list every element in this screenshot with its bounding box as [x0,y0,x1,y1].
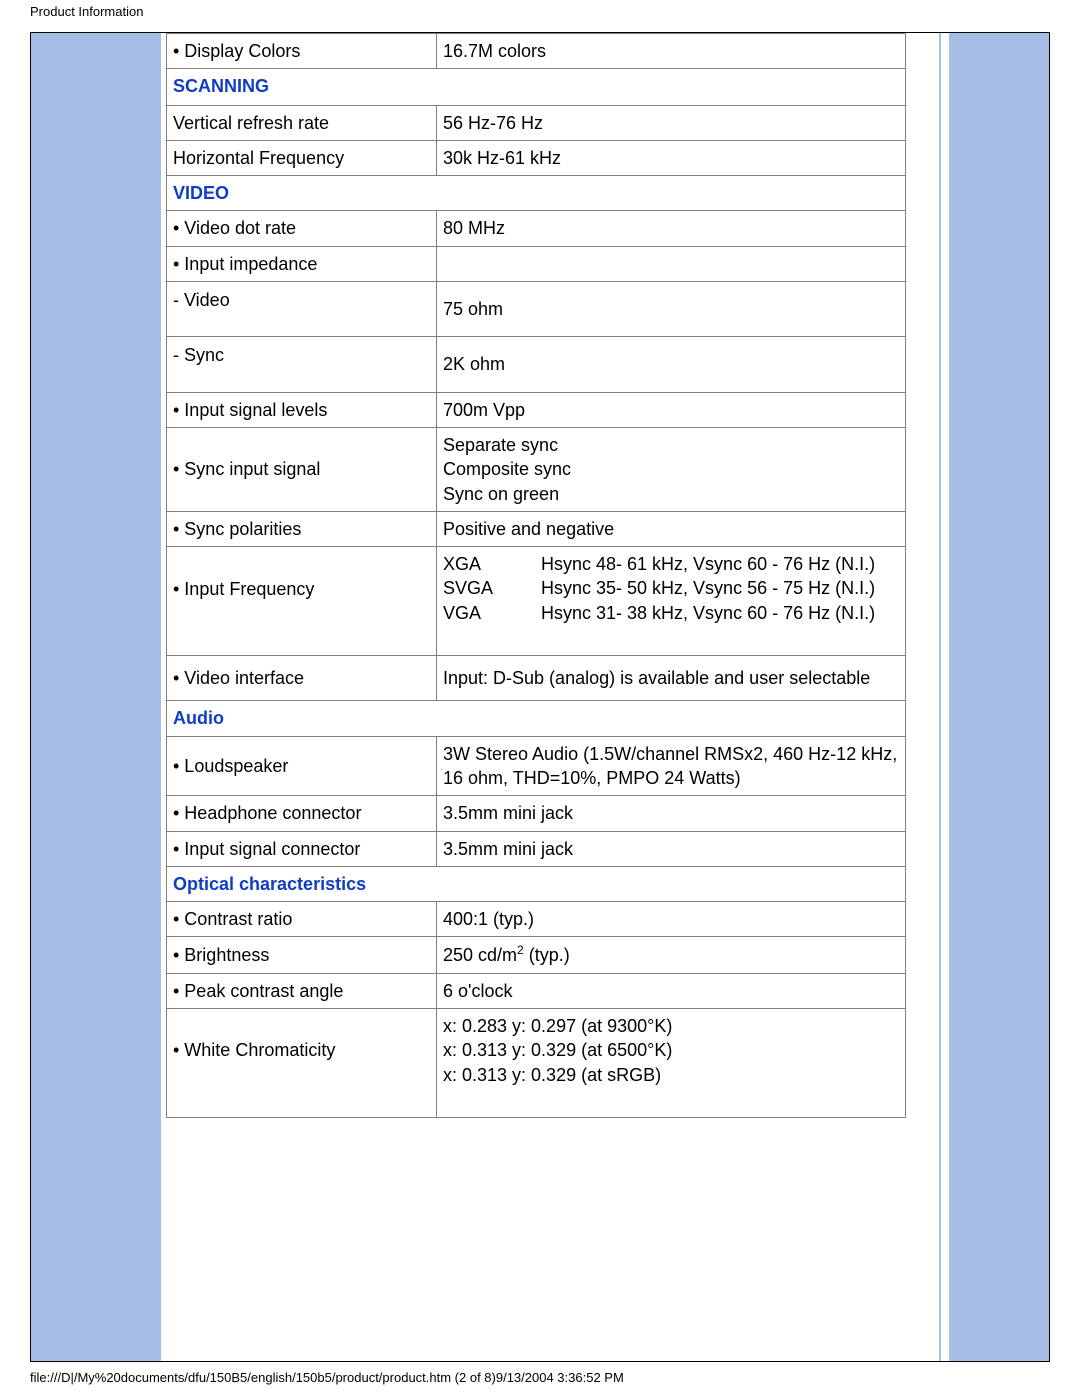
line: x: 0.313 y: 0.329 (at 6500°K) [443,1040,672,1060]
spec-label: • Sync input signal [167,427,437,511]
table-row: • Loudspeaker 3W Stereo Audio (1.5W/chan… [167,736,906,796]
spec-value: Input: D-Sub (analog) is available and u… [437,656,906,701]
freq-desc: Hsync 31- 38 kHz, Vsync 60 - 76 Hz (N.I.… [541,601,875,625]
text: 250 cd/m [443,945,517,965]
spec-value: Positive and negative [437,511,906,546]
spec-label: • Brightness [167,937,437,973]
spec-value: 400:1 (typ.) [437,902,906,937]
spec-value: 3.5mm mini jack [437,831,906,866]
table-row: • Sync input signal Separate sync Compos… [167,427,906,511]
spec-label: • Headphone connector [167,796,437,831]
spec-label: Horizontal Frequency [167,140,437,175]
spec-label: • Sync polarities [167,511,437,546]
table-row: • Contrast ratio 400:1 (typ.) [167,902,906,937]
table-row: • Input signal levels 700m Vpp [167,392,906,427]
table-row: • Input signal connector 3.5mm mini jack [167,831,906,866]
spec-value: 2K ohm [437,337,906,392]
line: Sync on green [443,484,559,504]
spec-table: • Display Colors 16.7M colors SCANNING V… [166,33,906,1118]
line: x: 0.313 y: 0.329 (at sRGB) [443,1065,661,1085]
spec-value: 3W Stereo Audio (1.5W/channel RMSx2, 460… [437,736,906,796]
table-row: • Headphone connector 3.5mm mini jack [167,796,906,831]
table-row: VIDEO [167,176,906,211]
table-row: Audio [167,701,906,736]
gutter [921,33,939,1361]
section-audio: Audio [167,701,906,736]
line: x: 0.283 y: 0.297 (at 9300°K) [443,1016,672,1036]
spec-value: 6 o'clock [437,973,906,1008]
spec-label: • Loudspeaker [167,736,437,796]
sup: 2 [517,943,524,957]
spec-label: • Input impedance [167,246,437,281]
line: Composite sync [443,459,571,479]
table-row: Horizontal Frequency 30k Hz-61 kHz [167,140,906,175]
table-row: • Brightness 250 cd/m2 (typ.) [167,937,906,973]
freq-mode: XGA [443,552,541,576]
line: Separate sync [443,435,558,455]
freq-mode: SVGA [443,576,541,600]
table-row: • White Chromaticity x: 0.283 y: 0.297 (… [167,1009,906,1118]
spec-label: • Display Colors [167,34,437,69]
spec-value: 80 MHz [437,211,906,246]
table-row: • Input Frequency XGAHsync 48- 61 kHz, V… [167,547,906,656]
section-scanning: SCANNING [167,69,906,105]
spec-label: • Peak contrast angle [167,973,437,1008]
spec-value: 56 Hz-76 Hz [437,105,906,140]
table-row: • Sync polarities Positive and negative [167,511,906,546]
spec-value: Separate sync Composite sync Sync on gre… [437,427,906,511]
spec-label: • Video interface [167,656,437,701]
gutter2 [941,33,949,1361]
table-row: • Peak contrast angle 6 o'clock [167,973,906,1008]
spec-label: • Input Frequency [167,547,437,656]
page-frame: • Display Colors 16.7M colors SCANNING V… [30,32,1050,1362]
table-row: SCANNING [167,69,906,105]
section-optical: Optical characteristics [167,866,906,901]
spec-value [437,246,906,281]
freq-desc: Hsync 35- 50 kHz, Vsync 56 - 75 Hz (N.I.… [541,576,875,600]
table-row: Vertical refresh rate 56 Hz-76 Hz [167,105,906,140]
spec-label: • White Chromaticity [167,1009,437,1118]
page-header: Product Information [30,4,143,19]
section-video: VIDEO [167,176,906,211]
spec-label: • Input signal connector [167,831,437,866]
table-row: • Video interface Input: D-Sub (analog) … [167,656,906,701]
spec-value: 75 ohm [437,282,906,337]
table-row: - Sync 2K ohm [167,337,906,392]
spec-label: Vertical refresh rate [167,105,437,140]
spec-value: 700m Vpp [437,392,906,427]
table-row: • Display Colors 16.7M colors [167,34,906,69]
freq-mode: VGA [443,601,541,625]
spec-label: - Sync [167,337,437,392]
footer-path: file:///D|/My%20documents/dfu/150B5/engl… [30,1370,624,1385]
spec-label: • Input signal levels [167,392,437,427]
spec-value: 16.7M colors [437,34,906,69]
spec-value: 250 cd/m2 (typ.) [437,937,906,973]
freq-desc: Hsync 48- 61 kHz, Vsync 60 - 76 Hz (N.I.… [541,552,875,576]
spec-label: • Video dot rate [167,211,437,246]
text: (typ.) [524,945,570,965]
spec-value: 30k Hz-61 kHz [437,140,906,175]
spec-value: x: 0.283 y: 0.297 (at 9300°K) x: 0.313 y… [437,1009,906,1118]
content-area: • Display Colors 16.7M colors SCANNING V… [161,33,921,1361]
spec-label: • Contrast ratio [167,902,437,937]
spec-label: - Video [167,282,437,337]
table-row: • Input impedance [167,246,906,281]
table-row: • Video dot rate 80 MHz [167,211,906,246]
spec-value: 3.5mm mini jack [437,796,906,831]
table-row: Optical characteristics [167,866,906,901]
table-row: - Video 75 ohm [167,282,906,337]
spec-value: XGAHsync 48- 61 kHz, Vsync 60 - 76 Hz (N… [437,547,906,656]
